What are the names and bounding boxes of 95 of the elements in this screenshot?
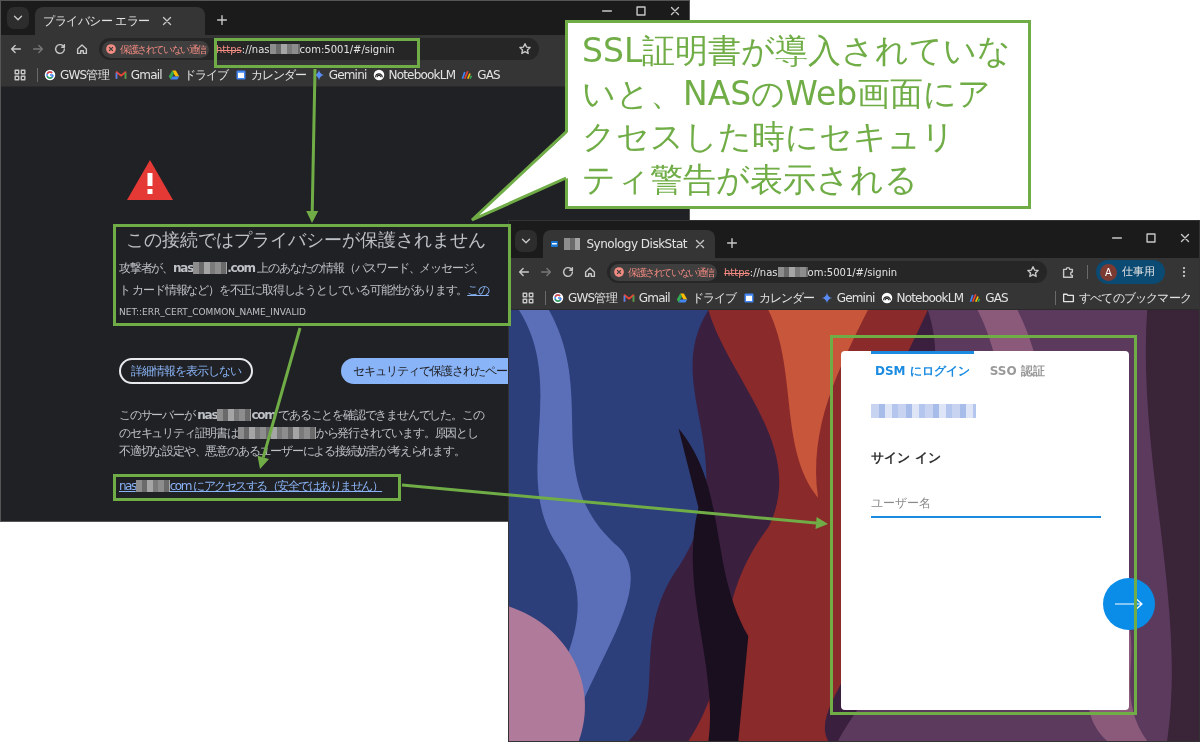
tab-title: Synology DiskStat: [586, 236, 687, 253]
url-text: ://nas: [241, 42, 270, 57]
callout: SSL証明書が導入されていな いと、NASのWeb画面にア クセスした時にセキュリ ティ警告が表示される: [565, 20, 1031, 209]
description-text: ト カード情報など）を不正に取得しようとしている可能性があります。: [119, 283, 468, 297]
bookmark-item[interactable]: カレンダー: [234, 65, 307, 84]
forward-arrow-icon: [539, 265, 553, 279]
tab-list-button[interactable]: [7, 7, 29, 29]
signin-heading: サイン イン: [871, 449, 941, 467]
security-chip[interactable]: 保護されていない通信: [610, 263, 717, 281]
maximize-icon: [1144, 231, 1158, 245]
error-title: この接続ではプライバシーが保護されません: [125, 229, 486, 250]
browser-tab[interactable]: プライバシー エラー: [35, 7, 205, 35]
bookmark-item[interactable]: NotebookLM: [880, 288, 964, 307]
tab-list-button[interactable]: [515, 230, 537, 252]
circle-logo-icon: [880, 291, 893, 304]
bookmark-item[interactable]: ドライブ: [167, 65, 229, 84]
bookmark-item[interactable]: ドライブ: [675, 288, 737, 307]
avatar: A: [1100, 263, 1117, 281]
details-text: のセキュリティ証明書は: [119, 426, 238, 440]
details-text: このサーバーが nas: [119, 408, 218, 422]
puzzle-icon: [1061, 265, 1075, 279]
plus-icon: [215, 13, 229, 27]
back-arrow-icon: [9, 42, 23, 56]
bookmark-item[interactable]: GWS管理: [552, 288, 617, 307]
bookmark-item[interactable]: Gmail: [114, 65, 162, 84]
x-circle-icon: [105, 43, 117, 55]
bookmark-item[interactable]: GAS: [461, 65, 500, 84]
hide-details-button[interactable]: 詳細情報を表示しない: [119, 358, 253, 384]
m-letter-icon: [622, 291, 635, 304]
proceed-link[interactable]: nas: [119, 479, 136, 493]
bookmark-item[interactable]: カレンダー: [742, 288, 815, 307]
close-icon: [1178, 231, 1192, 245]
warning-icon: [126, 159, 174, 201]
google-g-icon: [552, 291, 564, 304]
address-bar[interactable]: 保護されていない通信 https://nas om:5001/#/signin: [607, 261, 1047, 283]
maximize-icon: [634, 4, 648, 18]
x-circle-icon: [613, 266, 625, 278]
login-tab[interactable]: DSM にログイン: [871, 351, 974, 380]
redaction-blur: [193, 262, 228, 274]
colored-bars-icon: [969, 291, 982, 304]
url-text: com:5001/#/signin: [299, 42, 395, 57]
username-field[interactable]: ユーザー名: [871, 489, 1101, 518]
description-text: .com 上のあなたの情報（パスワード、メッセージ、: [227, 261, 485, 275]
security-chip[interactable]: 保護されていない通信: [102, 40, 209, 58]
browser-tab[interactable]: Synology DiskStat: [543, 230, 715, 258]
address-bar[interactable]: 保護されていない通信 https://nas com:5001/#/signin: [99, 38, 539, 60]
m-letter-icon: [114, 68, 127, 81]
url-text: om:5001/#/signin: [807, 265, 898, 280]
forward-arrow-icon: [31, 42, 45, 56]
error-code: NET::ERR_CERT_COMMON_NAME_INVALID: [119, 307, 307, 318]
sparkle-icon: [820, 291, 833, 304]
calendar-icon: [742, 291, 755, 304]
profile-button[interactable]: A 仕事用: [1096, 260, 1165, 284]
home-icon: [583, 265, 597, 279]
url-scheme: https: [216, 42, 242, 57]
bookmark-item[interactable]: Gemini: [820, 288, 875, 307]
arrow-right-icon: [1114, 598, 1144, 610]
plus-icon: [725, 236, 739, 250]
url-text: ://nas: [749, 265, 778, 280]
home-icon: [75, 42, 89, 56]
redaction-blur: [217, 409, 252, 421]
close-icon: [693, 237, 707, 251]
bookmark-item[interactable]: Gemini: [312, 65, 367, 84]
triangle-icon: [675, 291, 688, 304]
colored-bars-icon: [461, 68, 474, 81]
bookmark-item[interactable]: GWS管理: [44, 65, 109, 84]
star-icon: [518, 42, 532, 56]
proceed-link[interactable]: com にアクセスする（安全ではありません）: [169, 479, 383, 493]
bookmark-item[interactable]: NotebookLM: [372, 65, 456, 84]
google-g-icon: [44, 68, 56, 81]
details-text: から発行されています。原因とし: [315, 426, 478, 440]
app-logo-icon: [551, 238, 558, 250]
calendar-icon: [234, 68, 247, 81]
redaction-blur: [777, 267, 808, 277]
triangle-icon: [167, 68, 180, 81]
close-icon: [668, 4, 682, 18]
star-icon: [1026, 265, 1040, 279]
all-bookmarks-button[interactable]: すべてのブックマーク: [1062, 288, 1191, 307]
reload-icon: [561, 265, 575, 279]
apps-grid-icon: [13, 67, 27, 82]
back-to-safety-button[interactable]: セキュリティで保護されたペー: [341, 358, 509, 384]
apps-grid-icon: [521, 290, 535, 305]
bookmark-item[interactable]: GAS: [969, 288, 1008, 307]
url-scheme: https: [724, 265, 750, 280]
reload-icon: [53, 42, 67, 56]
bookmark-item[interactable]: Gmail: [622, 288, 670, 307]
redaction-blur: [135, 480, 170, 492]
back-arrow-icon: [517, 265, 531, 279]
description-text: 攻撃者が、nas: [119, 261, 194, 275]
redaction-blur: [563, 238, 581, 250]
redaction-blur: [269, 44, 300, 54]
folder-icon: [1062, 291, 1075, 304]
circle-logo-icon: [372, 68, 385, 81]
tab-title: プライバシー エラー: [43, 13, 150, 30]
help-link[interactable]: この: [467, 283, 489, 297]
